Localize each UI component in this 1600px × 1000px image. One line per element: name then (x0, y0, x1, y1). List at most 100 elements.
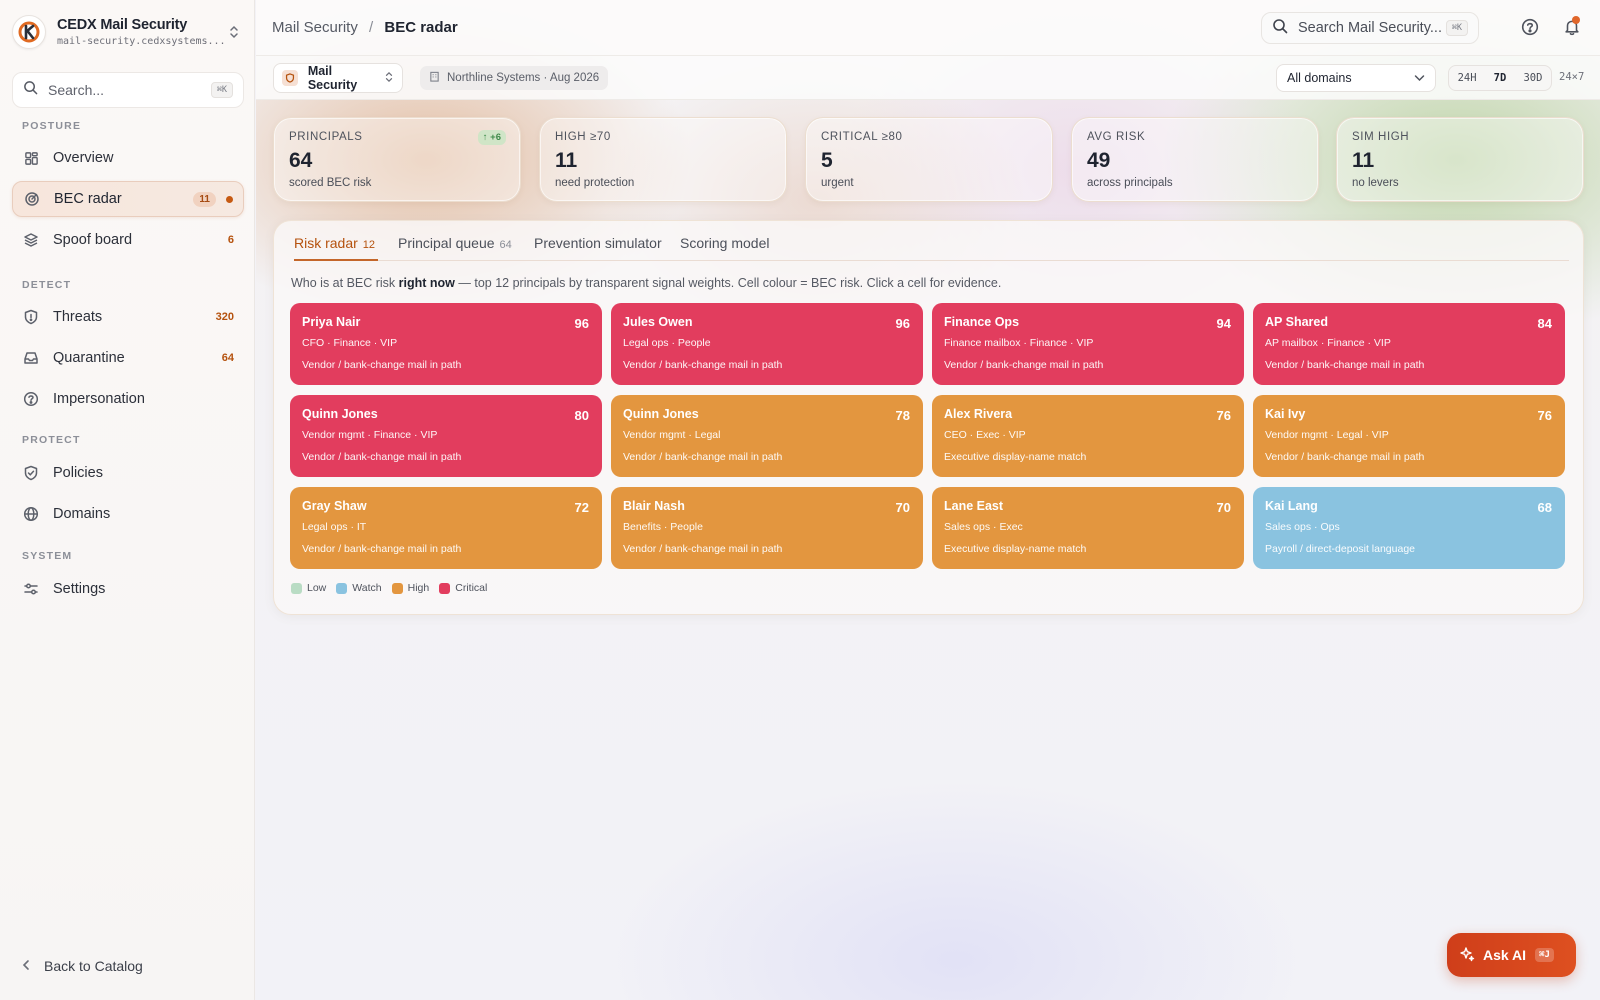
principal-card[interactable]: Lane East 70 Sales ops · Exec Executive … (932, 487, 1244, 569)
global-search-input[interactable]: Search Mail Security... ⌘K (1261, 12, 1479, 44)
global-search-placeholder: Search Mail Security... (1298, 20, 1442, 36)
count-badge: 11 (193, 191, 216, 207)
tab-principal-queue[interactable]: Principal queue 64 (398, 235, 512, 261)
principal-score: 96 (895, 316, 910, 331)
main-area: Mail Security / BEC radar Search Mail Se… (256, 0, 1600, 1000)
principal-name: AP Shared (1265, 315, 1328, 329)
tab-scoring-model[interactable]: Scoring model (680, 235, 770, 261)
principal-signal: Vendor / bank-change mail in path (623, 543, 783, 555)
legend-item-critical: Critical (439, 582, 487, 594)
sidebar-item-impersonation[interactable]: Impersonation (12, 381, 244, 417)
legend-item-high: High (391, 582, 429, 594)
sidebar-item-bec-radar[interactable]: BEC radar 11 (12, 181, 244, 217)
principal-signal: Payroll / direct-deposit language (1265, 543, 1416, 555)
principal-signal: Vendor / bank-change mail in path (1265, 359, 1425, 371)
principal-score: 78 (895, 408, 910, 423)
principal-card[interactable]: Blair Nash 70 Benefits · People Vendor /… (611, 487, 923, 569)
legend-swatch (439, 582, 451, 594)
range-24x7[interactable]: 24×7 (1559, 71, 1584, 83)
principal-name: Quinn Jones (302, 407, 378, 421)
topbar: Mail Security / BEC radar Search Mail Se… (256, 0, 1600, 56)
sidebar-item-domains[interactable]: Domains (12, 496, 244, 532)
range-7d[interactable]: 7D (1494, 72, 1507, 84)
shortcut-hint: ⌘K (210, 82, 233, 98)
sliders-icon (22, 580, 40, 598)
principal-card[interactable]: Quinn Jones 80 Vendor mgmt · Finance · V… (290, 395, 602, 477)
principal-signal: Vendor / bank-change mail in path (302, 543, 462, 555)
shortcut-hint: ⌘J (1535, 948, 1554, 962)
domain-select[interactable]: All domains (1276, 64, 1436, 92)
sidebar-item-spoof-board[interactable]: Spoof board 6 (12, 222, 244, 258)
kpi-value: 49 (1087, 149, 1111, 172)
panel-description: Who is at BEC risk right now — top 12 pr… (291, 276, 1001, 290)
principal-role: Benefits · People (623, 521, 703, 533)
sidebar-search-input[interactable]: Search... ⌘K (12, 72, 244, 108)
kpi-principals: PRINCIPALS 64 scored BEC risk ↑ +6 (273, 117, 521, 202)
shield-icon (22, 308, 40, 326)
ask-ai-button[interactable]: Ask AI ⌘J (1447, 933, 1576, 977)
help-icon[interactable] (1521, 18, 1539, 41)
principal-card[interactable]: AP Shared 84 AP mailbox · Finance · VIP … (1253, 303, 1565, 385)
shortcut-hint: ⌘K (1445, 20, 1468, 36)
principal-signal: Vendor / bank-change mail in path (623, 451, 783, 463)
principal-card[interactable]: Jules Owen 96 Legal ops · People Vendor … (611, 303, 923, 385)
principal-card[interactable]: Quinn Jones 78 Vendor mgmt · Legal Vendo… (611, 395, 923, 477)
principal-score: 80 (574, 408, 589, 423)
principal-card[interactable]: Priya Nair 96 CFO · Finance · VIP Vendor… (290, 303, 602, 385)
kpi-subtitle: need protection (555, 177, 635, 189)
sidebar-item-policies[interactable]: Policies (12, 455, 244, 491)
principal-score: 68 (1537, 500, 1552, 515)
kpi-high: HIGH ≥70 11 need protection (539, 117, 787, 202)
principal-card[interactable]: Kai Ivy 76 Vendor mgmt · Legal · VIP Ven… (1253, 395, 1565, 477)
principal-card[interactable]: Finance Ops 94 Finance mailbox · Finance… (932, 303, 1244, 385)
status-dot (226, 195, 233, 203)
risk-legend: Low Watch High Critical (291, 582, 497, 594)
principal-role: Vendor mgmt · Finance · VIP (302, 429, 438, 441)
tab-prevention-simulator[interactable]: Prevention simulator (534, 235, 662, 261)
sidebar-item-quarantine[interactable]: Quarantine 64 (12, 340, 244, 376)
principal-role: Sales ops · Ops (1265, 521, 1340, 533)
sidebar-item-overview[interactable]: Overview (12, 140, 244, 176)
breadcrumb-parent[interactable]: Mail Security (272, 19, 358, 36)
search-icon (1272, 18, 1288, 39)
sparkle-icon (1459, 946, 1475, 965)
grid-icon (22, 149, 40, 167)
legend-label: Critical (455, 582, 488, 594)
principal-score: 72 (574, 500, 589, 515)
workspace-switcher[interactable]: CEDX Mail Security mail-security.cedxsys… (12, 12, 244, 52)
kpi-critical: CRITICAL ≥80 5 urgent (805, 117, 1053, 202)
range-24h[interactable]: 24H (1458, 72, 1477, 84)
kpi-label: AVG RISK (1087, 131, 1146, 143)
back-to-catalog-link[interactable]: Back to Catalog (22, 958, 143, 974)
ask-ai-label: Ask AI (1483, 947, 1527, 963)
section-label-protect: PROTECT (22, 434, 81, 446)
principal-name: Lane East (944, 499, 1004, 513)
principal-card[interactable]: Gray Shaw 72 Legal ops · IT Vendor / ban… (290, 487, 602, 569)
range-30d[interactable]: 30D (1523, 72, 1542, 84)
chevron-left-icon (22, 958, 30, 974)
globe-icon (22, 505, 40, 523)
principal-signal: Vendor / bank-change mail in path (623, 359, 783, 371)
tab-risk-radar[interactable]: Risk radar 12 (294, 235, 378, 261)
principal-card[interactable]: Alex Rivera 76 CEO · Exec · VIP Executiv… (932, 395, 1244, 477)
principal-card[interactable]: Kai Lang 68 Sales ops · Ops Payroll / di… (1253, 487, 1565, 569)
tab-count: 12 (362, 239, 376, 251)
sidebar-search-placeholder: Search... (48, 82, 105, 98)
principal-name: Kai Ivy (1265, 407, 1306, 421)
section-label-posture: POSTURE (22, 120, 82, 132)
sidebar-item-threats[interactable]: Threats 320 (12, 299, 244, 335)
legend-swatch (391, 582, 403, 594)
principal-role: AP mailbox · Finance · VIP (1265, 337, 1391, 349)
principal-name: Alex Rivera (944, 407, 1013, 421)
context-bar: Mail Security Northline Systems · Aug 20… (256, 56, 1600, 100)
sidebar-item-settings[interactable]: Settings (12, 571, 244, 607)
product-label: Mail Security (307, 64, 358, 92)
principal-score: 76 (1216, 408, 1231, 423)
sidebar-item-label: Spoof board (53, 232, 133, 248)
breadcrumb-current: BEC radar (384, 19, 458, 36)
product-selector[interactable]: Mail Security (273, 63, 403, 93)
kpi-delta-badge: ↑ +6 (477, 130, 506, 145)
principal-name: Quinn Jones (623, 407, 699, 421)
kpi-value: 5 (821, 149, 833, 172)
sidebar-item-label: BEC radar (54, 191, 122, 207)
